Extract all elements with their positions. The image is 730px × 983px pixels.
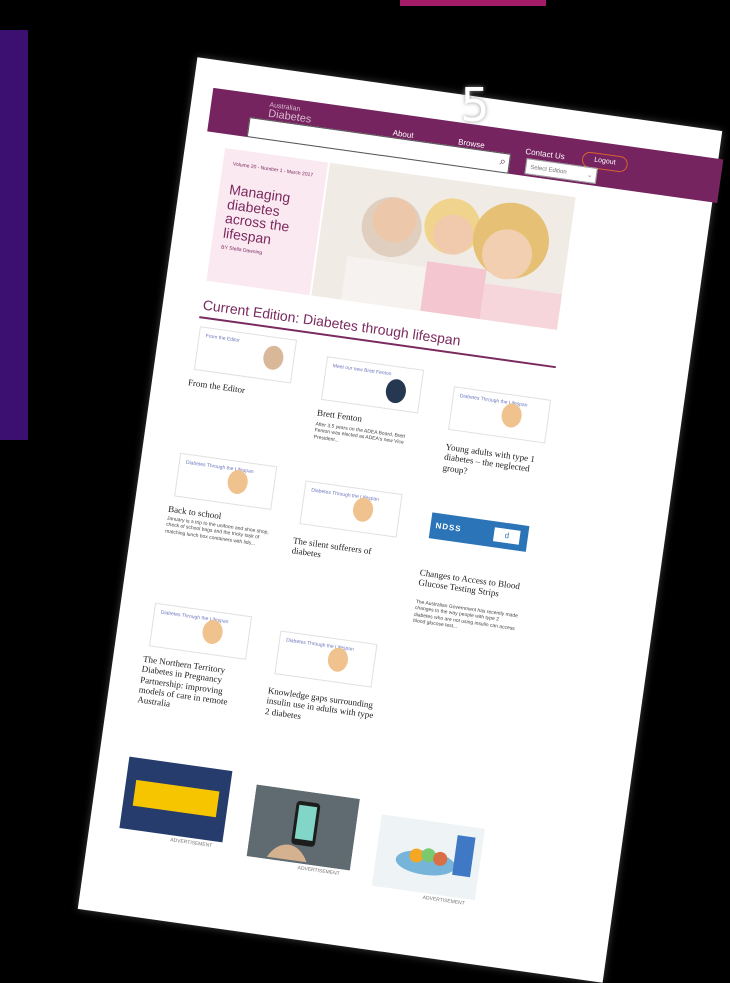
hero-title[interactable]: Managing diabetes across the lifespan — [222, 181, 319, 253]
chevron-down-icon: ⌄ — [586, 171, 594, 180]
thumbnail-label: From the Editor — [205, 333, 241, 344]
family-photo-illustration — [311, 162, 576, 330]
advertisement-banner[interactable] — [119, 756, 233, 843]
hero-author: BY Stella Dawning — [220, 244, 263, 257]
article-thumbnail[interactable]: Diabetes Through the Lifespan — [274, 630, 378, 688]
search-icon[interactable]: ⌕ — [499, 155, 507, 169]
article-title[interactable]: Changes to Access to Blood Glucose Testi… — [418, 567, 524, 602]
article-thumbnail[interactable]: From the Editor — [193, 326, 298, 384]
article-title[interactable]: Young adults with type 1 diabetes – the … — [442, 442, 551, 487]
article-thumbnail[interactable]: Meet our new Brett Fenton — [320, 356, 425, 414]
editor-portrait — [261, 344, 285, 372]
ndss-label: NDSS — [434, 521, 463, 534]
ndss-logo-icon: d — [492, 527, 521, 545]
hero-text-panel: Volume 20 - Number 1 - March 2017 Managi… — [206, 148, 329, 296]
hero-volume: Volume 20 - Number 1 - March 2017 — [232, 161, 314, 179]
article-thumbnail[interactable]: Diabetes Through the Lifespan — [448, 386, 552, 444]
background-purple-panel — [0, 30, 28, 440]
article-title[interactable]: The Northern Territory Diabetes in Pregn… — [137, 654, 253, 721]
article-thumbnail[interactable]: Diabetes Through the Lifespan — [174, 452, 278, 510]
advertisement-phone[interactable] — [246, 784, 360, 871]
article-thumbnail[interactable]: Diabetes Through the Lifespan — [299, 480, 403, 538]
author-portrait — [384, 377, 408, 405]
advertisement-food[interactable] — [371, 814, 485, 901]
food-illustration — [371, 814, 485, 901]
ndss-banner[interactable]: NDSS d — [428, 512, 530, 552]
thumbnail-label: Meet our new Brett Fenton — [332, 363, 392, 378]
select-edition-label: Select Edition — [529, 164, 568, 176]
hero-family-photo — [311, 162, 576, 330]
article-title[interactable]: Knowledge gaps surrounding insulin use i… — [264, 685, 379, 731]
article-thumbnail[interactable]: Diabetes Through the Lifespan — [148, 602, 253, 660]
page-number: 5 — [460, 78, 490, 132]
article-title[interactable]: The silent sufferers of diabetes — [291, 535, 397, 570]
phone-illustration — [246, 784, 360, 871]
webpage-screenshot: Australian Diabetes Educator About Brows… — [77, 57, 724, 983]
article-excerpt: The Australian Government has recently m… — [412, 599, 519, 632]
advertisement-yellow-panel — [132, 779, 220, 818]
background-top-bar — [400, 0, 546, 6]
